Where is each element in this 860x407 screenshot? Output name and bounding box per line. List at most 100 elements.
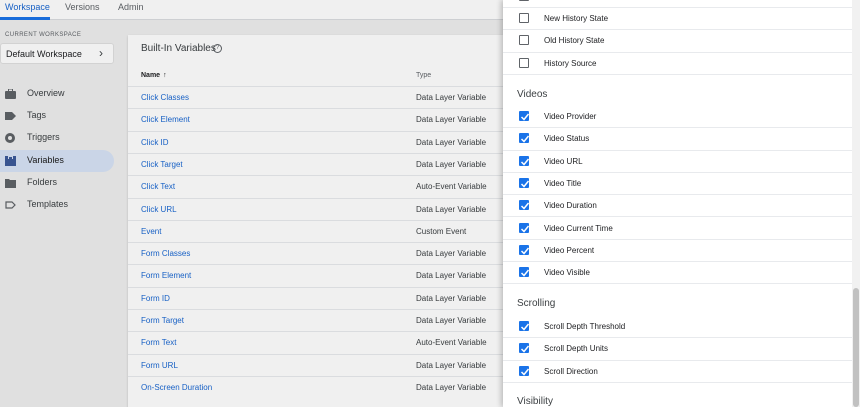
sidebar-item-label: Triggers [27, 132, 60, 142]
variable-name-link[interactable]: Click Classes [141, 93, 189, 102]
column-header-name[interactable]: Name ↑ [141, 72, 167, 79]
variable-type: Data Layer Variable [416, 316, 487, 325]
sidebar-item-label: Overview [27, 88, 65, 98]
option-video-url: Video URL [503, 151, 852, 173]
table-row: Event Custom Event [128, 219, 508, 242]
variable-name-link[interactable]: Form Classes [141, 249, 190, 258]
option-video-title: Video Title [503, 173, 852, 196]
option-label: History Source [544, 58, 597, 68]
variable-type: Data Layer Variable [416, 360, 487, 370]
option-label: Video Visible [544, 268, 590, 278]
variable-type: Custom Event [416, 226, 467, 236]
checkmark-icon [520, 225, 530, 233]
sidebar-item-folders[interactable]: Folders [0, 172, 114, 194]
checkbox-checked[interactable] [519, 111, 530, 121]
checkmark-icon [520, 180, 530, 188]
column-header-name-label: Name [141, 72, 161, 79]
option-label: Video Provider [544, 112, 597, 121]
variable-name-link[interactable]: On-Screen Duration [141, 383, 212, 392]
option-label: Video Current Time [544, 223, 613, 233]
variable-type: Data Layer Variable [416, 382, 487, 392]
variable-type: Data Layer Variable [416, 271, 487, 281]
sidebar-item-variables[interactable]: Variables [0, 150, 114, 172]
option-scroll-depth-threshold: Scroll Depth Threshold [503, 316, 852, 339]
help-icon[interactable]: ? [213, 44, 222, 53]
variable-name-link[interactable]: Form Element [141, 271, 191, 280]
checkmark-icon [520, 158, 530, 166]
sidebar-item-templates[interactable]: Templates [0, 194, 114, 216]
section-title-visibility: Visibility [517, 396, 553, 407]
checkmark-icon [520, 345, 530, 353]
option-video-current-time: Video Current Time [503, 218, 852, 240]
section-title-scrolling: Scrolling [517, 298, 556, 309]
variable-type: Data Layer Variable [416, 115, 487, 125]
checkbox-checked[interactable] [519, 267, 530, 278]
option-label: Video Status [544, 134, 590, 144]
variable-name-link[interactable]: Click Target [141, 160, 183, 169]
variable-name-link[interactable]: Form ID [141, 294, 170, 303]
checkbox-checked[interactable] [519, 321, 530, 331]
option-video-status: Video Status [503, 128, 852, 151]
checkbox-checked[interactable] [519, 177, 530, 188]
checkbox-checked[interactable] [519, 343, 530, 354]
variable-name-link[interactable]: Click Element [141, 115, 190, 124]
variables-icon [5, 156, 16, 166]
sidebar-item-triggers[interactable]: Triggers [0, 127, 114, 149]
variable-type: Data Layer Variable [416, 93, 487, 102]
checkbox[interactable] [519, 35, 529, 46]
checkbox-checked[interactable] [519, 222, 530, 233]
workspace-name: Default Workspace [6, 49, 82, 59]
drawer-scrollbar[interactable] [852, 0, 860, 407]
tab-workspace[interactable]: Workspace [5, 2, 50, 12]
option-new-history-state: New History State [503, 8, 852, 31]
checkbox-checked[interactable] [519, 133, 530, 144]
option-label: Old History State [544, 36, 605, 46]
tab-admin[interactable]: Admin [118, 2, 144, 12]
table-row: Form Target Data Layer Variable [128, 309, 508, 331]
checkbox-checked[interactable] [519, 244, 530, 255]
column-header-type: Type [416, 72, 432, 79]
tab-versions[interactable]: Versions [65, 2, 100, 12]
checkmark-icon [520, 323, 530, 331]
variable-name-link[interactable]: Click ID [141, 138, 169, 147]
checkbox[interactable] [519, 13, 529, 23]
option-scroll-direction: Scroll Direction [503, 361, 852, 383]
variable-type: Data Layer Variable [416, 249, 487, 259]
scrollbar-thumb[interactable] [853, 288, 859, 407]
variable-name-link[interactable]: Event [141, 227, 161, 236]
checkbox-checked[interactable] [519, 155, 530, 166]
variable-name-link[interactable]: Form URL [141, 361, 178, 370]
workspace-selector[interactable]: Default Workspace › [0, 43, 114, 64]
table-row: On-Screen Duration Data Layer Variable [128, 375, 508, 398]
checkbox[interactable] [519, 0, 529, 1]
variable-type: Auto-Event Variable [416, 338, 487, 348]
folder-icon [5, 179, 16, 188]
variable-name-link[interactable]: Form Target [141, 316, 184, 325]
template-icon [5, 201, 16, 209]
table-row: Click ID Data Layer Variable [128, 130, 508, 153]
section-title-videos: Videos [517, 89, 548, 100]
variable-name-link[interactable]: Click URL [141, 205, 177, 214]
configure-variables-drawer: New History State Old History State Hist… [503, 0, 860, 407]
checkbox-checked[interactable] [519, 365, 530, 376]
option-video-percent: Video Percent [503, 240, 852, 263]
checkbox-checked[interactable] [519, 200, 530, 211]
sidebar-item-overview[interactable]: Overview [0, 83, 114, 105]
option-label: Video Title [544, 178, 582, 188]
checkbox[interactable] [519, 57, 529, 68]
checkmark-icon [520, 368, 530, 376]
variable-type: Data Layer Variable [416, 137, 487, 147]
variable-name-link[interactable]: Click Text [141, 182, 175, 191]
option-scroll-depth-units: Scroll Depth Units [503, 338, 852, 361]
option-label: Scroll Direction [544, 366, 598, 376]
sidebar-item-label: Variables [27, 155, 64, 165]
tag-icon [5, 112, 16, 120]
sidebar-item-tags[interactable]: Tags [0, 105, 114, 127]
table-row: Form URL Data Layer Variable [128, 353, 508, 376]
briefcase-icon [5, 89, 16, 99]
sidebar-item-label: Templates [27, 199, 69, 209]
current-workspace-label: CURRENT WORKSPACE [5, 32, 82, 38]
option-video-provider: Video Provider [503, 106, 852, 129]
variable-name-link[interactable]: Form Text [141, 338, 176, 347]
card-title: Built-In Variables [141, 43, 216, 54]
